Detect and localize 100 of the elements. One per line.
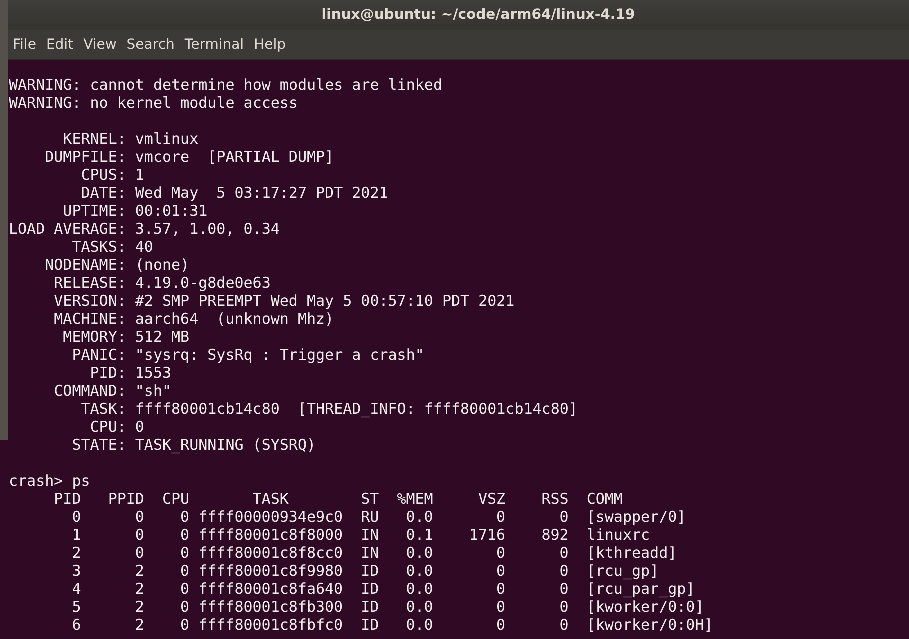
table-cell-text: 0 (558, 580, 569, 598)
info-label: KERNEL: (62, 130, 126, 148)
table-cell: ffff80001c8fa640 (198, 580, 344, 598)
table-cell-text: 0 (180, 508, 190, 526)
info-value: "sysrq: SysRq : Trigger a crash" (135, 346, 424, 364)
table-cell: linuxrc (586, 526, 650, 544)
info-value: aarch64 (unknown Mhz) (135, 310, 334, 328)
table-cell-text: 0 (496, 562, 506, 580)
table-cell-text: 0.0 (405, 562, 434, 580)
info-label: PID: (89, 364, 126, 382)
info-value: TASK_RUNNING (SYSRQ) (135, 436, 316, 454)
menu-item[interactable]: View (78, 34, 122, 54)
info-label: VERSION: (53, 292, 126, 310)
table-cell-text: 0 (180, 544, 190, 562)
menu-item[interactable]: Edit (41, 34, 79, 54)
table-cell: ID (361, 562, 380, 580)
info-label: COMMAND: (53, 382, 126, 400)
table-cell-text: 0.0 (405, 616, 434, 634)
info-label: MEMORY: (62, 328, 126, 346)
table-cell-text: 0 (558, 544, 569, 562)
table-cell-text: 0.1 (405, 526, 434, 544)
table-cell-text: 0.0 (405, 598, 434, 616)
table-cell-text: 0 (558, 508, 569, 526)
table-cell: ffff00000934e9c0 (198, 508, 344, 526)
table-cell: ffff80001c8f9980 (198, 562, 344, 580)
info-label: DUMPFILE: (44, 148, 126, 166)
table-cell: ffff80001c8f8cc0 (198, 544, 344, 562)
menu-item[interactable]: Help (249, 34, 291, 54)
table-cell-text: 0 (496, 616, 506, 634)
table-cell: ffff80001c8fbfc0 (198, 616, 344, 634)
table-cell-text: 0 (71, 508, 82, 526)
table-cell-text: 0 (496, 544, 506, 562)
table-cell: [kworker/0:0H] (586, 616, 714, 634)
info-value: #2 SMP PREEMPT Wed May 5 00:57:10 PDT 2021 (135, 292, 515, 310)
table-cell-text: 1 (71, 526, 82, 544)
table-cell-text: 0 (558, 616, 569, 634)
info-label: CPUS: (80, 166, 126, 184)
info-value: "sh" (135, 382, 172, 400)
info-value: 0 (135, 418, 144, 436)
info-value: 40 (135, 238, 154, 256)
info-label: TASK: (80, 400, 126, 418)
table-cell-text: 0.0 (405, 508, 434, 526)
table-cell-text: 0 (180, 598, 190, 616)
info-value: vmcore [PARTIAL DUMP] (135, 148, 334, 166)
info-value: 512 MB (135, 328, 190, 346)
column-header: TASK (252, 490, 290, 508)
table-cell-text: 0.0 (405, 580, 434, 598)
table-cell-text: 0 (134, 526, 144, 544)
table-cell-text: 2 (134, 598, 144, 616)
menu-item[interactable]: File (8, 34, 42, 54)
info-value: 3.57, 1.00, 0.34 (135, 220, 280, 238)
table-cell-text: 0 (496, 598, 506, 616)
table-cell-text: 0 (180, 580, 190, 598)
table-cell: ID (361, 580, 380, 598)
info-value: 4.19.0-g8de0e63 (135, 274, 271, 292)
info-value: ffff80001cb14c80 [THREAD_INFO: ffff80001cb14c80] (135, 400, 578, 418)
table-cell-text: 1716 (468, 526, 506, 544)
table-cell-text: 6 (71, 616, 82, 634)
table-cell: [swapper/0] (586, 508, 686, 526)
table-cell: RU (361, 508, 380, 526)
table-cell-text: 0 (180, 526, 190, 544)
menu-item[interactable]: Terminal (180, 34, 250, 54)
menu-item[interactable]: Search (122, 34, 180, 54)
table-cell-text: 0.0 (405, 544, 434, 562)
info-label: PANIC: (71, 346, 126, 364)
column-header: %MEM (396, 490, 434, 508)
info-value: Wed May 5 03:17:27 PDT 2021 (135, 184, 388, 202)
warning-line: WARNING: cannot determine how modules are linked (9, 76, 442, 94)
table-cell-text: 0 (134, 508, 144, 526)
info-value: vmlinux (135, 130, 199, 148)
column-header: VSZ (477, 490, 506, 508)
command-prompt: crash> ps (9, 472, 90, 490)
column-header: RSS (540, 490, 569, 508)
info-label: STATE: (71, 436, 126, 454)
table-cell-text: 3 (71, 562, 82, 580)
table-cell-text: 0 (558, 562, 569, 580)
info-label: MACHINE: (53, 310, 126, 328)
info-label: RELEASE: (53, 274, 126, 292)
table-cell-text: 0 (558, 598, 569, 616)
table-cell-text: 2 (134, 580, 144, 598)
info-label: UPTIME: (62, 202, 126, 220)
info-value: 1553 (135, 364, 172, 382)
table-cell: ffff80001c8f8000 (198, 526, 344, 544)
table-cell-text: 5 (71, 598, 82, 616)
table-cell: [rcu_par_gp] (586, 580, 696, 598)
table-cell-text: 892 (540, 526, 569, 544)
table-cell-text: 0 (180, 562, 190, 580)
table-cell-text: 2 (71, 544, 82, 562)
column-header: PPID (107, 490, 144, 508)
info-label: CPU: (89, 418, 126, 436)
info-label: TASKS: (71, 238, 126, 256)
table-cell-text: 0 (180, 616, 190, 634)
table-cell: IN (361, 544, 380, 562)
table-cell: [rcu_gp] (586, 562, 660, 580)
table-cell-text: 0 (134, 544, 144, 562)
column-header: PID (53, 490, 82, 508)
table-cell: ffff80001c8fb300 (198, 598, 344, 616)
info-value: 1 (135, 166, 144, 184)
column-header: CPU (161, 490, 190, 508)
table-cell: ID (361, 598, 380, 616)
